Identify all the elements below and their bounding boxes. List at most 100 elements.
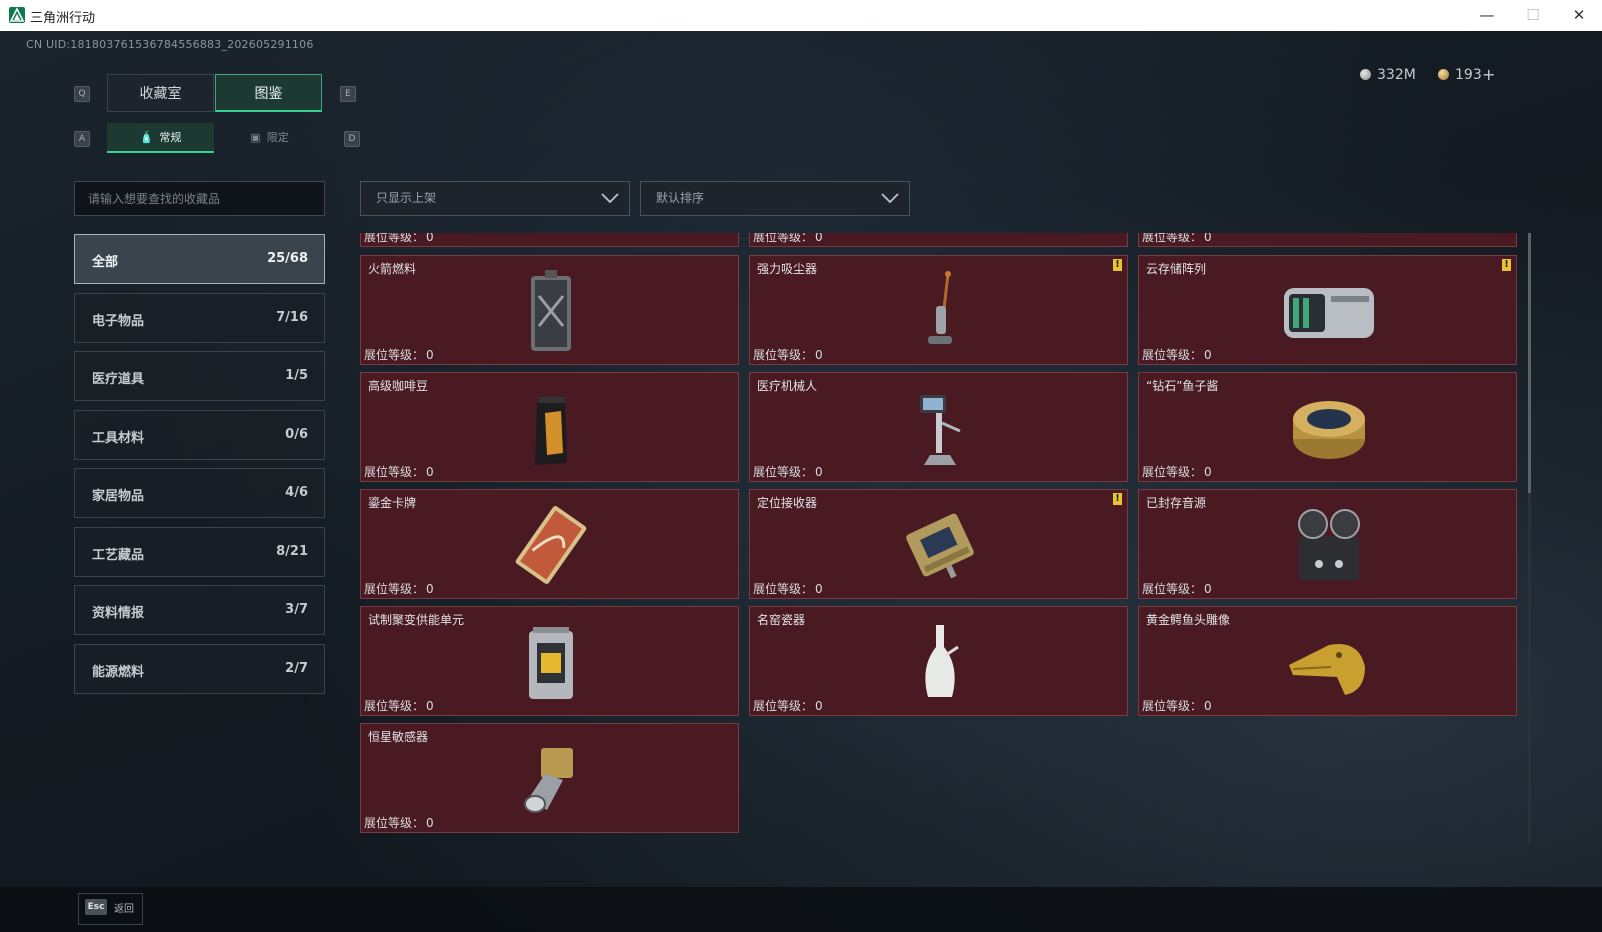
collection-card[interactable]: 展位等级： 0 [360, 233, 739, 247]
back-label: 返回 [114, 904, 134, 915]
gold-currency: 193 [1438, 67, 1482, 83]
add-currency-button[interactable]: + [1482, 65, 1495, 84]
esc-key-hint: Esc [85, 899, 107, 915]
category-label: 全部 [92, 255, 119, 270]
fusion-cell-icon [529, 627, 573, 699]
collection-card-star-sensor[interactable]: 恒星敏感器 展位等级： 0 [360, 723, 739, 833]
collection-card[interactable]: 展位等级： 0 [749, 233, 1128, 247]
card-level: 展位等级： 0 [364, 233, 434, 244]
collection-card-gold-crocodile[interactable]: 黄金鳄鱼头雕像 展位等级： 0 [1138, 606, 1517, 716]
chevron-down-icon [881, 193, 899, 204]
collection-card-coffee-beans[interactable]: 高级咖啡豆 展位等级： 0 [360, 372, 739, 482]
image-icon: ▣ [250, 131, 261, 144]
gilded-card-icon [515, 506, 587, 584]
card-level: 展位等级： 0 [1142, 699, 1212, 713]
subtab-regular[interactable]: 🧴 常规 [107, 123, 214, 153]
category-tools[interactable]: 工具材料 0/6 [74, 410, 325, 460]
card-name: 试制聚变供能单元 [368, 613, 465, 627]
medical-robot-icon [920, 395, 961, 465]
category-medical[interactable]: 医疗道具 1/5 [74, 351, 325, 401]
collection-card-gilded-card[interactable]: 鎏金卡牌 展位等级： 0 [360, 489, 739, 599]
collection-card-cloud-storage[interactable]: 云存储阵列 ! 展位等级： 0 [1138, 255, 1517, 365]
card-name: 医疗机械人 [757, 379, 818, 393]
card-level: 展位等级： 0 [753, 699, 823, 713]
collection-card-gps-receiver[interactable]: 定位接收器 ! 展位等级： 0 [749, 489, 1128, 599]
close-button[interactable]: ✕ [1556, 0, 1602, 31]
collection-card-caviar[interactable]: “钻石”鱼子酱 展位等级： 0 [1138, 372, 1517, 482]
card-name: 高级咖啡豆 [368, 379, 429, 393]
collection-card[interactable]: 展位等级： 0 [1138, 233, 1517, 247]
silver-currency: 332M [1360, 67, 1416, 83]
alert-badge: ! [1113, 493, 1122, 505]
sort-value: 默认排序 [656, 191, 705, 205]
collection-card-porcelain[interactable]: 名窑瓷器 展位等级： 0 [749, 606, 1128, 716]
coffee-bag-icon [535, 397, 567, 465]
collection-card-fusion-cell[interactable]: 试制聚变供能单元 展位等级： 0 [360, 606, 739, 716]
search-input[interactable] [74, 181, 325, 216]
tab-collection-room[interactable]: 收藏室 [107, 74, 214, 112]
subtab-regular-label: 常规 [159, 131, 182, 144]
card-name: 已封存音源 [1146, 496, 1207, 510]
category-count: 0/6 [285, 427, 308, 442]
window-title: 三角洲行动 [30, 11, 96, 26]
maximize-button[interactable]: ☐ [1510, 0, 1556, 31]
reel-recorder-icon [1298, 509, 1360, 580]
card-level: 展位等级： 0 [1142, 233, 1212, 244]
collection-card-sealed-audio[interactable]: 已封存音源 展位等级： 0 [1138, 489, 1517, 599]
scrollbar-thumb[interactable] [1528, 233, 1531, 493]
card-level: 展位等级： 0 [364, 348, 434, 362]
subtab-limited-label: 限定 [266, 131, 289, 144]
game-viewport: CN UID:181803761536784556883_20260529110… [0, 31, 1602, 932]
card-name: “钻石”鱼子酱 [1146, 379, 1219, 393]
category-energy[interactable]: 能源燃料 2/7 [74, 644, 325, 694]
collection-grid: 展位等级： 0 展位等级： 0 展位等级： 0 火箭燃料 展位等级： 0 强力吸尘器 !… [356, 233, 1524, 885]
category-intel[interactable]: 资料情报 3/7 [74, 585, 325, 635]
card-name: 名窑瓷器 [757, 613, 806, 627]
card-level: 展位等级： 0 [364, 816, 434, 830]
card-level: 展位等级： 0 [753, 582, 823, 596]
card-name: 火箭燃料 [368, 262, 417, 276]
category-count: 4/6 [285, 485, 308, 500]
category-label: 家居物品 [92, 489, 145, 504]
category-all[interactable]: 全部 25/68 [74, 234, 325, 284]
collection-card-rocket-fuel[interactable]: 火箭燃料 展位等级： 0 [360, 255, 739, 365]
category-label: 医疗道具 [92, 372, 145, 387]
card-level: 展位等级： 0 [364, 465, 434, 479]
grid-scrollbar[interactable] [1528, 233, 1531, 844]
card-name: 恒星敏感器 [368, 730, 429, 744]
category-electronics[interactable]: 电子物品 7/16 [74, 293, 325, 343]
card-name: 强力吸尘器 [757, 262, 818, 276]
key-hint-a: A [74, 131, 90, 147]
category-label: 资料情报 [92, 606, 145, 621]
collection-card-medical-robot[interactable]: 医疗机械人 展位等级： 0 [749, 372, 1128, 482]
window-title-bar: 三角洲行动 — ☐ ✕ [0, 0, 1602, 32]
gold-coin-icon [1438, 69, 1449, 80]
sort-dropdown[interactable]: 默认排序 [640, 181, 910, 216]
shelf-filter-dropdown[interactable]: 只显示上架 [360, 181, 630, 216]
star-sensor-icon [524, 748, 573, 813]
bottom-bar [0, 887, 1602, 932]
card-level: 展位等级： 0 [1142, 348, 1212, 362]
card-level: 展位等级： 0 [1142, 465, 1212, 479]
alert-badge: ! [1502, 259, 1511, 271]
card-name: 黄金鳄鱼头雕像 [1146, 613, 1231, 627]
uid-label: CN UID:181803761536784556883_20260529110… [26, 38, 314, 51]
card-level: 展位等级： 0 [1142, 582, 1212, 596]
vacuum-cleaner-icon [928, 271, 952, 344]
category-household[interactable]: 家居物品 4/6 [74, 468, 325, 518]
chevron-down-icon [601, 193, 619, 204]
card-name: 定位接收器 [757, 496, 818, 510]
gps-receiver-icon [906, 513, 974, 579]
fuel-canister-icon [531, 270, 571, 351]
category-crafts[interactable]: 工艺藏品 8/21 [74, 527, 325, 577]
porcelain-vase-icon [925, 625, 959, 697]
tab-catalog[interactable]: 图鉴 [215, 74, 322, 112]
key-hint-e: E [340, 86, 356, 102]
gold-crocodile-icon [1289, 643, 1365, 695]
subtab-limited[interactable]: ▣ 限定 [216, 123, 323, 153]
minimize-button[interactable]: — [1464, 0, 1510, 31]
main-tabs: 收藏室 图鉴 [107, 74, 322, 112]
key-hint-d: D [344, 131, 360, 147]
card-level: 展位等级： 0 [364, 699, 434, 713]
collection-card-vacuum[interactable]: 强力吸尘器 ! 展位等级： 0 [749, 255, 1128, 365]
